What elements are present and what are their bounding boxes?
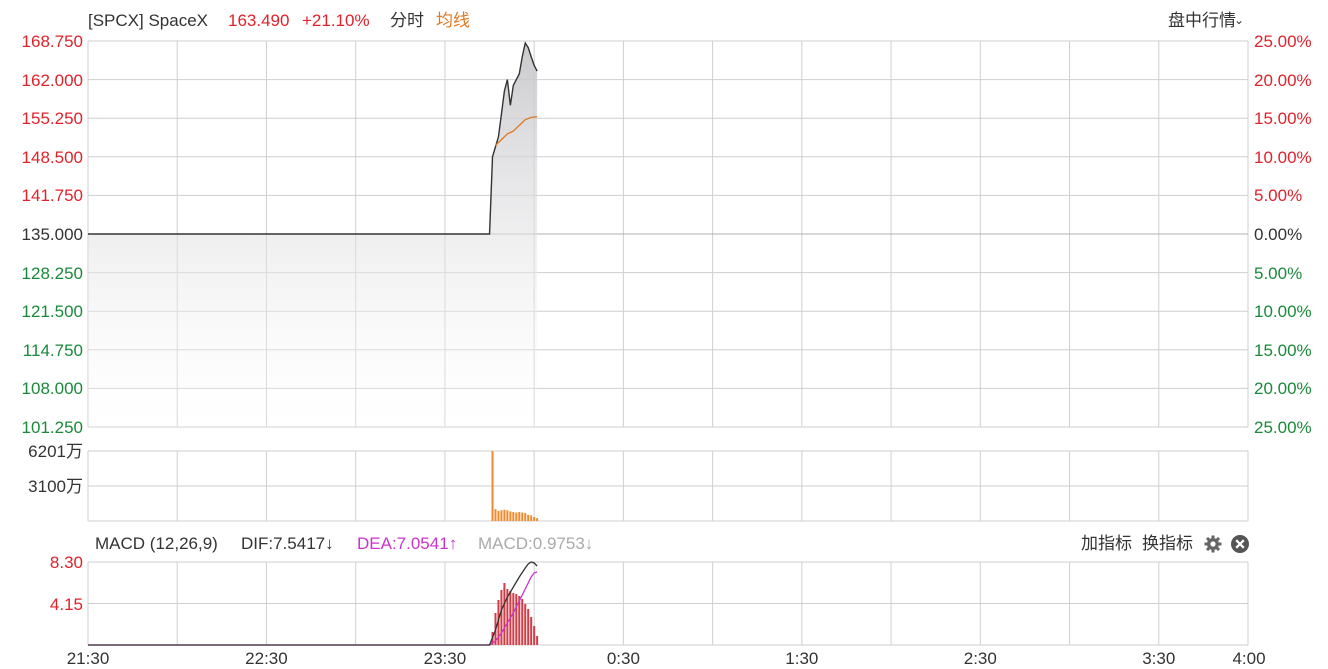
volume-bar <box>521 512 524 521</box>
macd-dif-value: DIF:7.5417↓ <box>241 535 334 552</box>
macd-value-label: MACD:0.9753 <box>478 534 585 553</box>
add-indicator-button[interactable]: 加指标 <box>1081 535 1132 552</box>
time-axis-label: 23:30 <box>423 649 467 668</box>
macd-bar <box>536 636 539 645</box>
macd-bar <box>527 609 530 645</box>
percent-tick-label: 20.00% <box>1254 70 1312 90</box>
macd-bar <box>512 593 515 645</box>
price-tick-label: 155.250 <box>21 109 83 129</box>
volume-bar <box>503 509 506 521</box>
macd-trend-icon: ↓ <box>584 534 594 553</box>
macd-tick-label: 4.15 <box>49 594 83 614</box>
last-price: 163.490 <box>228 11 290 30</box>
chevron-down-icon[interactable]: ⌄ <box>1234 14 1244 26</box>
percent-tick-label: 25.00% <box>1254 418 1312 437</box>
market-mode-dropdown[interactable]: 盘中行情 <box>1168 12 1236 29</box>
macd-bar <box>530 617 533 645</box>
time-axis-label: 2:30 <box>963 649 997 668</box>
price-tick-label: 108.000 <box>21 379 83 399</box>
volume-bar <box>491 451 494 521</box>
price-tick-label: 114.750 <box>22 340 83 360</box>
percent-tick-label: 10.00% <box>1254 302 1312 322</box>
volume-bar <box>524 513 527 521</box>
volume-bar <box>509 511 512 521</box>
tab-timeshare[interactable]: 分时 <box>390 12 424 29</box>
volume-tick-label: 6201万 <box>28 442 83 461</box>
macd-bar <box>503 583 506 645</box>
percent-tick-label: 10.00% <box>1254 147 1312 167</box>
macd-dea-value: DEA:7.0541↑ <box>357 535 457 552</box>
gear-icon[interactable] <box>1203 534 1223 554</box>
macd-bar <box>524 604 527 645</box>
volume-bar <box>512 511 515 521</box>
volume-bar <box>536 518 539 521</box>
macd-title: MACD (12,26,9) <box>95 534 218 553</box>
price-tick-label: 121.500 <box>21 302 83 322</box>
price-tick-label: 135.000 <box>21 225 83 244</box>
macd-dif-label: DIF:7.5417 <box>241 534 326 553</box>
macd-bar <box>533 626 536 645</box>
volume-bar <box>515 512 518 521</box>
price-area-fill <box>88 43 538 428</box>
percent-tick-label: 0.00% <box>1254 225 1303 244</box>
price-line <box>88 41 538 235</box>
time-axis-label: 4:00 <box>1232 649 1266 668</box>
volume-bar <box>506 510 509 521</box>
tab-average-line[interactable]: 均线 <box>436 12 470 29</box>
dif-trend-icon: ↓ <box>325 534 334 553</box>
percent-tick-label: 5.00% <box>1254 263 1303 283</box>
price-change-percent: +21.10% <box>302 11 370 30</box>
price-tick-label: 141.750 <box>21 186 83 206</box>
volume-bar <box>494 509 497 521</box>
macd-bar <box>500 590 503 645</box>
time-axis-label: 0:30 <box>606 649 640 668</box>
volume-bar <box>497 510 500 521</box>
close-icon[interactable] <box>1230 534 1250 554</box>
volume-bar <box>527 514 530 521</box>
price-tick-label: 101.250 <box>21 418 83 437</box>
percent-tick-label: 15.00% <box>1254 340 1312 360</box>
volume-bar <box>518 511 521 521</box>
chart-canvas <box>87 40 1249 646</box>
macd-dea-label: DEA:7.0541 <box>357 534 449 553</box>
time-axis-label: 1:30 <box>785 649 819 668</box>
macd-bar <box>521 599 524 645</box>
dea-trend-icon: ↑ <box>448 534 458 553</box>
percent-tick-label: 15.00% <box>1254 109 1312 129</box>
percent-tick-label: 25.00% <box>1254 32 1312 51</box>
price-tick-label: 168.750 <box>21 32 83 51</box>
swap-indicator-button[interactable]: 换指标 <box>1142 535 1193 552</box>
time-axis-label: 3:30 <box>1142 649 1176 668</box>
price-tick-label: 162.000 <box>21 70 83 90</box>
percent-tick-label: 5.00% <box>1254 186 1303 206</box>
time-axis-label: 22:30 <box>245 649 288 668</box>
volume-bar <box>530 515 533 521</box>
price-tick-label: 128.250 <box>21 263 83 283</box>
macd-tick-label: 8.30 <box>49 553 83 572</box>
price-tick-label: 148.500 <box>21 147 83 167</box>
volume-tick-label: 3100万 <box>28 477 83 496</box>
time-axis-label: 21:30 <box>66 649 110 668</box>
dea-line <box>88 571 538 646</box>
macd-bar <box>515 594 518 645</box>
stock-symbol-title: [SPCX] SpaceX <box>88 11 209 30</box>
percent-tick-label: 20.00% <box>1254 379 1312 399</box>
volume-bar <box>533 517 536 521</box>
macd-histogram-value: MACD:0.9753↓ <box>478 535 593 552</box>
volume-bar <box>500 510 503 521</box>
